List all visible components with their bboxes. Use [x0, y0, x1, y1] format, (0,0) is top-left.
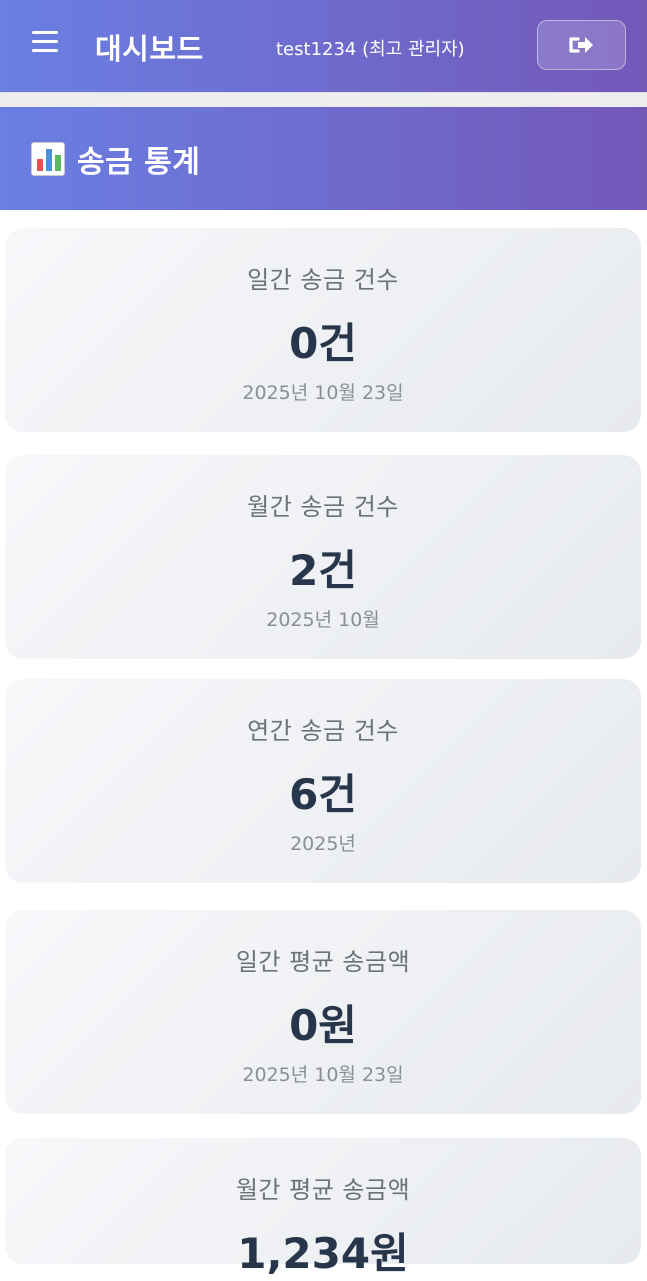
stat-label: 일간 평균 송금액 — [235, 948, 411, 976]
stat-period: 2025년 10월 23일 — [242, 382, 404, 404]
stat-card-monthly-average: 월간 평균 송금액 1,234원 — [5, 1138, 641, 1278]
hamburger-menu-icon[interactable] — [30, 26, 64, 58]
stat-label: 월간 평균 송금액 — [235, 1176, 411, 1204]
stat-value: 1,234원 — [237, 1229, 409, 1278]
stat-value: 6건 — [289, 770, 357, 819]
top-bar: 대시보드 test1234 (최고 관리자) — [0, 0, 647, 92]
logout-button[interactable] — [537, 20, 626, 70]
stat-value: 0원 — [289, 1001, 357, 1050]
bar-chart-icon — [31, 141, 65, 176]
stat-label: 일간 송금 건수 — [247, 266, 399, 294]
stat-value: 0건 — [289, 319, 357, 368]
stat-label: 월간 송금 건수 — [247, 493, 399, 521]
user-info: test1234 (최고 관리자) — [276, 39, 465, 60]
page-title: 대시보드 — [95, 32, 204, 66]
header-divider — [0, 92, 647, 107]
section-header: 송금 통계 — [0, 107, 647, 210]
stat-card-yearly-count: 연간 송금 건수 6건 2025년 — [5, 679, 641, 883]
stat-label: 연간 송금 건수 — [247, 717, 399, 745]
stat-period: 2025년 10월 23일 — [242, 1064, 404, 1086]
stat-card-monthly-count: 월간 송금 건수 2건 2025년 10월 — [5, 455, 641, 659]
section-title: 송금 통계 — [77, 144, 201, 180]
stat-card-daily-average: 일간 평균 송금액 0원 2025년 10월 23일 — [5, 910, 641, 1114]
sign-out-icon — [568, 37, 593, 53]
stat-period: 2025년 — [290, 833, 356, 855]
stat-card-daily-count: 일간 송금 건수 0건 2025년 10월 23일 — [5, 228, 641, 432]
stat-period: 2025년 10월 — [266, 609, 380, 631]
stat-value: 2건 — [289, 546, 357, 595]
